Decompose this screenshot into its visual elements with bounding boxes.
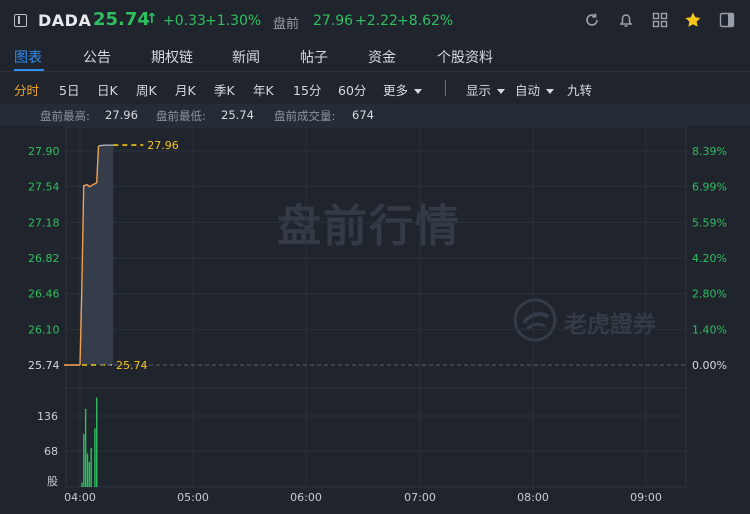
low-marker-label: 25.74 — [116, 359, 148, 372]
chart-frame — [65, 126, 687, 488]
volume-bar — [94, 428, 96, 487]
price-axis: 27.90 27.54 27.18 26.82 26.46 26.10 25.74 — [28, 145, 60, 372]
time-tick-label: 08:00 — [517, 491, 549, 504]
volume-bars — [81, 397, 98, 487]
time-tick-label: 04:00 — [64, 491, 96, 504]
volume-axis: 136 68 股 — [37, 410, 58, 488]
percent-tick-label: 4.20% — [692, 252, 727, 265]
volume-bar — [86, 453, 89, 487]
volume-bar — [83, 433, 85, 487]
time-tick-label: 09:00 — [630, 491, 662, 504]
price-tick-label: 27.18 — [28, 216, 60, 229]
time-tick-label: 07:00 — [404, 491, 436, 504]
time-tick-label: 05:00 — [177, 491, 209, 504]
volume-unit-label: 股 — [47, 475, 58, 488]
price-tick-label: 26.10 — [28, 323, 60, 336]
price-tick-label: 27.90 — [28, 145, 60, 158]
time-axis: 04:00 05:00 06:00 07:00 08:00 09:00 — [64, 491, 662, 504]
price-tick-label: 26.82 — [28, 252, 60, 265]
price-tick-label: 26.46 — [28, 288, 60, 301]
percent-tick-label: 6.99% — [692, 181, 727, 194]
volume-bar — [84, 408, 87, 487]
time-tick-label: 06:00 — [290, 491, 322, 504]
price-tick-label: 25.74 — [28, 359, 60, 372]
volume-tick-label: 68 — [44, 445, 58, 458]
volume-bar — [90, 447, 92, 487]
percent-tick-label: 0.00% — [692, 359, 727, 372]
percent-tick-label: 2.80% — [692, 288, 727, 301]
chart-grid — [64, 126, 687, 488]
volume-bar — [81, 482, 83, 487]
volume-bar — [88, 461, 91, 487]
volume-tick-label: 136 — [37, 410, 58, 423]
high-marker-label: 27.96 — [147, 139, 179, 152]
intraday-chart[interactable]: 27.96 25.74 27.90 27.54 27.18 26.82 26.46 26.… — [0, 0, 750, 514]
volume-bar — [96, 397, 98, 487]
price-tick-label: 27.54 — [28, 181, 60, 194]
percent-tick-label: 8.39% — [692, 145, 727, 158]
percent-tick-label: 5.59% — [692, 216, 727, 229]
percent-tick-label: 1.40% — [692, 323, 727, 336]
percent-axis: 8.39% 6.99% 5.59% 4.20% 2.80% 1.40% 0.00% — [692, 145, 727, 372]
